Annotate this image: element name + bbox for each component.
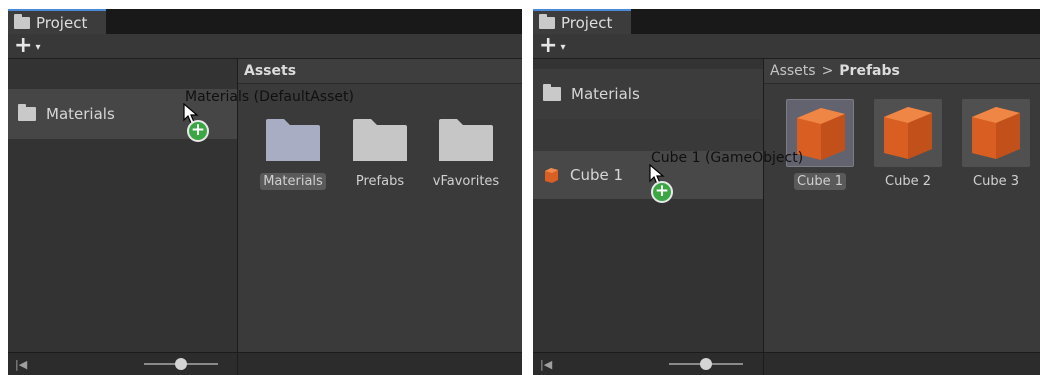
zoom-slider-knob[interactable] xyxy=(175,358,187,370)
asset-grid: Assets Materials Prefabs vFavorites xyxy=(238,59,522,375)
asset-grid: Assets > Prefabs Cube 1 Cube 2 Cube 3 xyxy=(764,59,1040,375)
asset-tile-label: Prefabs xyxy=(355,174,405,189)
skip-back-icon[interactable]: |◀ xyxy=(540,358,552,371)
asset-tile-materials[interactable]: Materials xyxy=(253,117,333,190)
bottom-bar: |◀ xyxy=(533,352,763,375)
breadcrumb-assets[interactable]: Assets xyxy=(244,63,296,79)
tree-item-label: Materials xyxy=(571,85,640,103)
tree-item-label: Materials xyxy=(46,105,115,123)
drag-add-badge-icon: + xyxy=(187,120,209,142)
folder-icon xyxy=(439,119,493,161)
drag-preview-label: Materials (DefaultAsset) xyxy=(185,89,354,105)
project-window-left: Project + ▾ Materials Assets Materials P… xyxy=(8,9,522,375)
breadcrumb: Assets > Prefabs xyxy=(764,59,1040,84)
status-bar xyxy=(238,352,522,375)
cube-icon xyxy=(884,107,932,159)
tree-item-label: Cube 1 xyxy=(570,166,624,184)
asset-tile-cube-3[interactable]: Cube 3 xyxy=(956,99,1036,190)
add-button[interactable]: + xyxy=(539,35,557,57)
folder-icon xyxy=(539,13,555,29)
asset-tile-vfavorites[interactable]: vFavorites xyxy=(426,117,506,190)
bottom-bar: |◀ xyxy=(8,352,237,375)
folder-icon xyxy=(266,119,320,161)
folder-icon xyxy=(543,84,561,101)
folder-icon xyxy=(18,104,36,121)
tree-item-materials[interactable]: Materials xyxy=(533,69,763,119)
drag-add-badge-icon: + xyxy=(651,181,673,203)
project-toolbar: + ▾ xyxy=(8,34,522,59)
cube-thumbnail xyxy=(962,99,1030,167)
skip-back-icon[interactable]: |◀ xyxy=(15,358,27,371)
chevron-down-icon[interactable]: ▾ xyxy=(560,42,565,53)
asset-tile-label: Cube 2 xyxy=(885,174,931,189)
tab-project[interactable]: Project xyxy=(8,9,106,34)
asset-tile-prefabs[interactable]: Prefabs xyxy=(340,117,420,190)
project-window-right: Project + ▾ Materials Cube 1 Assets > Pr… xyxy=(533,9,1040,375)
breadcrumb-separator: > xyxy=(821,63,834,79)
add-button[interactable]: + xyxy=(14,35,32,57)
asset-tile-label: Cube 1 xyxy=(794,173,846,190)
cube-icon xyxy=(545,168,558,183)
drag-preview-label: Cube 1 (GameObject) xyxy=(651,150,804,166)
project-toolbar: + ▾ xyxy=(533,34,1040,59)
tree-spacer xyxy=(533,119,763,151)
tab-bar: Project xyxy=(8,9,522,34)
tab-bar: Project xyxy=(533,9,1040,34)
breadcrumb: Assets xyxy=(238,59,522,84)
cube-thumbnail xyxy=(874,99,942,167)
tab-label: Project xyxy=(561,13,613,32)
folder-icon xyxy=(353,119,407,161)
folder-icon xyxy=(14,13,30,29)
tab-label: Project xyxy=(36,13,88,32)
asset-tile-label: vFavorites xyxy=(432,174,500,189)
status-bar xyxy=(764,352,1040,375)
cube-icon xyxy=(972,107,1020,159)
tab-project[interactable]: Project xyxy=(533,9,631,34)
breadcrumb-assets[interactable]: Assets xyxy=(770,63,816,79)
zoom-slider-knob[interactable] xyxy=(700,358,712,370)
asset-tile-cube-2[interactable]: Cube 2 xyxy=(868,99,948,190)
chevron-down-icon[interactable]: ▾ xyxy=(35,42,40,53)
asset-tile-label: Cube 3 xyxy=(973,174,1019,189)
asset-tile-cube-1[interactable]: Cube 1 xyxy=(780,99,860,190)
folder-tree: Materials Cube 1 xyxy=(533,59,763,353)
asset-tile-label: Materials xyxy=(260,173,326,190)
breadcrumb-prefabs[interactable]: Prefabs xyxy=(839,63,900,79)
